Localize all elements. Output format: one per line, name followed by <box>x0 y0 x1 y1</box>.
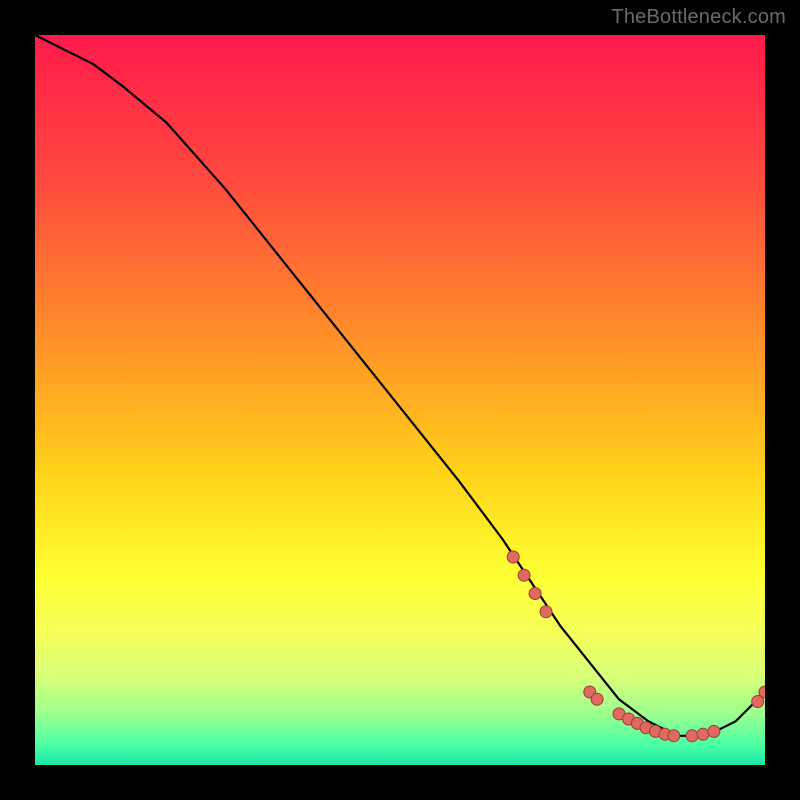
chart-container: TheBottleneck.com <box>0 0 800 800</box>
data-point <box>668 730 680 742</box>
data-point <box>708 725 720 737</box>
data-point <box>540 606 552 618</box>
data-point <box>591 693 603 705</box>
data-point <box>518 569 530 581</box>
data-point <box>507 551 519 563</box>
curve-overlay <box>35 35 765 765</box>
plot-area <box>35 35 765 765</box>
data-point <box>697 728 709 740</box>
data-point <box>686 730 698 742</box>
watermark-text: TheBottleneck.com <box>611 6 786 29</box>
data-point <box>529 588 541 600</box>
bottleneck-curve-line <box>35 35 765 736</box>
